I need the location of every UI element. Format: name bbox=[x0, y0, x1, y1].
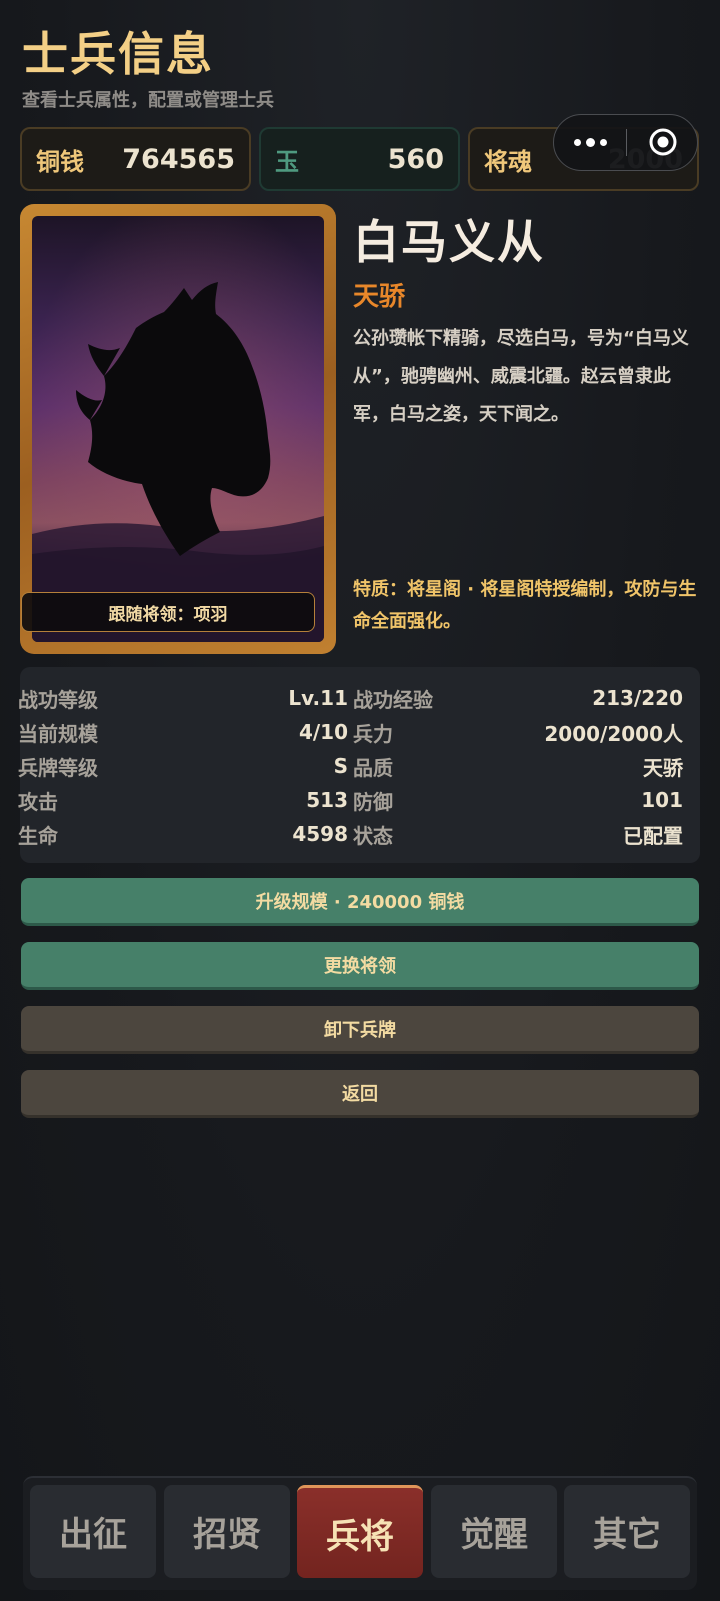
stat-value: 天骄 bbox=[643, 755, 683, 780]
stat-current-scale: 当前规模 4/10 bbox=[18, 715, 348, 749]
stat-value: 513 bbox=[306, 788, 348, 812]
stat-merit-level: 战功等级 Lv.11 bbox=[18, 681, 348, 715]
stat-attack: 攻击 513 bbox=[18, 783, 348, 817]
resource-value: 764565 bbox=[122, 143, 235, 175]
stat-quality: 品质 天骄 bbox=[353, 749, 683, 783]
capsule-divider bbox=[626, 129, 627, 156]
unit-portrait bbox=[32, 216, 324, 642]
unit-quality: 天骄 bbox=[353, 282, 406, 312]
nav-tab-other[interactable]: 其它 bbox=[564, 1485, 690, 1578]
stat-value: 4/10 bbox=[298, 720, 348, 744]
stat-label: 战功经验 bbox=[353, 687, 433, 712]
stat-value: 213/220 bbox=[592, 686, 683, 710]
stat-health: 生命 4598 bbox=[18, 817, 348, 851]
resource-value: 560 bbox=[387, 143, 444, 175]
unit-portrait-frame bbox=[20, 204, 336, 654]
more-dots-icon[interactable] bbox=[554, 115, 626, 169]
follow-leader-label: 跟随将领：项羽 bbox=[21, 592, 315, 632]
stat-label: 攻击 bbox=[18, 789, 58, 814]
nav-tab-recruit[interactable]: 招贤 bbox=[164, 1485, 290, 1578]
stat-label: 当前规模 bbox=[18, 721, 98, 746]
unit-name: 白马义从 bbox=[353, 215, 545, 269]
stat-label: 品质 bbox=[353, 755, 393, 780]
stat-label: 状态 bbox=[353, 823, 393, 848]
nav-tab-soldiers-generals[interactable]: 兵将 bbox=[297, 1485, 423, 1578]
stat-value: 已配置 bbox=[623, 823, 683, 848]
stat-status: 状态 已配置 bbox=[353, 817, 683, 851]
stat-merit-exp: 战功经验 213/220 bbox=[353, 681, 683, 715]
unit-trait: 特质：将星阁 · 将星阁特授编制，攻防与生命全面强化。 bbox=[353, 579, 697, 632]
resource-label: 将魂 bbox=[484, 147, 532, 176]
nav-tab-expedition[interactable]: 出征 bbox=[30, 1485, 156, 1578]
stat-value: 101 bbox=[641, 788, 683, 812]
stat-label: 防御 bbox=[353, 789, 393, 814]
stat-value: Lv.11 bbox=[288, 686, 348, 710]
upgrade-scale-button[interactable]: 升级规模 · 240000 铜钱 bbox=[21, 878, 699, 926]
horse-head-silhouette-icon bbox=[32, 216, 324, 642]
stat-label: 生命 bbox=[18, 823, 58, 848]
stat-troops: 兵力 2000/2000人 bbox=[353, 715, 683, 749]
resource-jade: 玉 560 bbox=[259, 127, 460, 191]
target-circle-icon[interactable] bbox=[648, 127, 678, 157]
stat-defense: 防御 101 bbox=[353, 783, 683, 817]
back-button[interactable]: 返回 bbox=[21, 1070, 699, 1118]
stat-label: 兵力 bbox=[353, 721, 393, 746]
nav-tab-awaken[interactable]: 觉醒 bbox=[431, 1485, 557, 1578]
unequip-token-button[interactable]: 卸下兵牌 bbox=[21, 1006, 699, 1054]
unit-description: 公孙瓒帐下精骑，尽选白马，号为“白马义从”，驰骋幽州、威震北疆。赵云曾隶此军，白… bbox=[353, 328, 689, 425]
page-subtitle: 查看士兵属性，配置或管理士兵 bbox=[22, 90, 274, 111]
stat-label: 兵牌等级 bbox=[18, 755, 98, 780]
resource-label: 铜钱 bbox=[36, 147, 84, 176]
miniprogram-capsule bbox=[553, 114, 698, 171]
page-title: 士兵信息 bbox=[22, 27, 214, 81]
change-leader-button[interactable]: 更换将领 bbox=[21, 942, 699, 990]
resource-label: 玉 bbox=[275, 147, 299, 176]
stat-label: 战功等级 bbox=[18, 687, 98, 712]
stat-token-level: 兵牌等级 S bbox=[18, 749, 348, 783]
stat-value: 2000/2000人 bbox=[544, 721, 683, 746]
soldier-info-page: 士兵信息 查看士兵属性，配置或管理士兵 铜钱 764565 玉 560 将魂 2… bbox=[0, 0, 720, 1601]
resource-copper-coins: 铜钱 764565 bbox=[20, 127, 251, 191]
stat-value: S bbox=[333, 754, 348, 778]
stat-value: 4598 bbox=[292, 822, 348, 846]
